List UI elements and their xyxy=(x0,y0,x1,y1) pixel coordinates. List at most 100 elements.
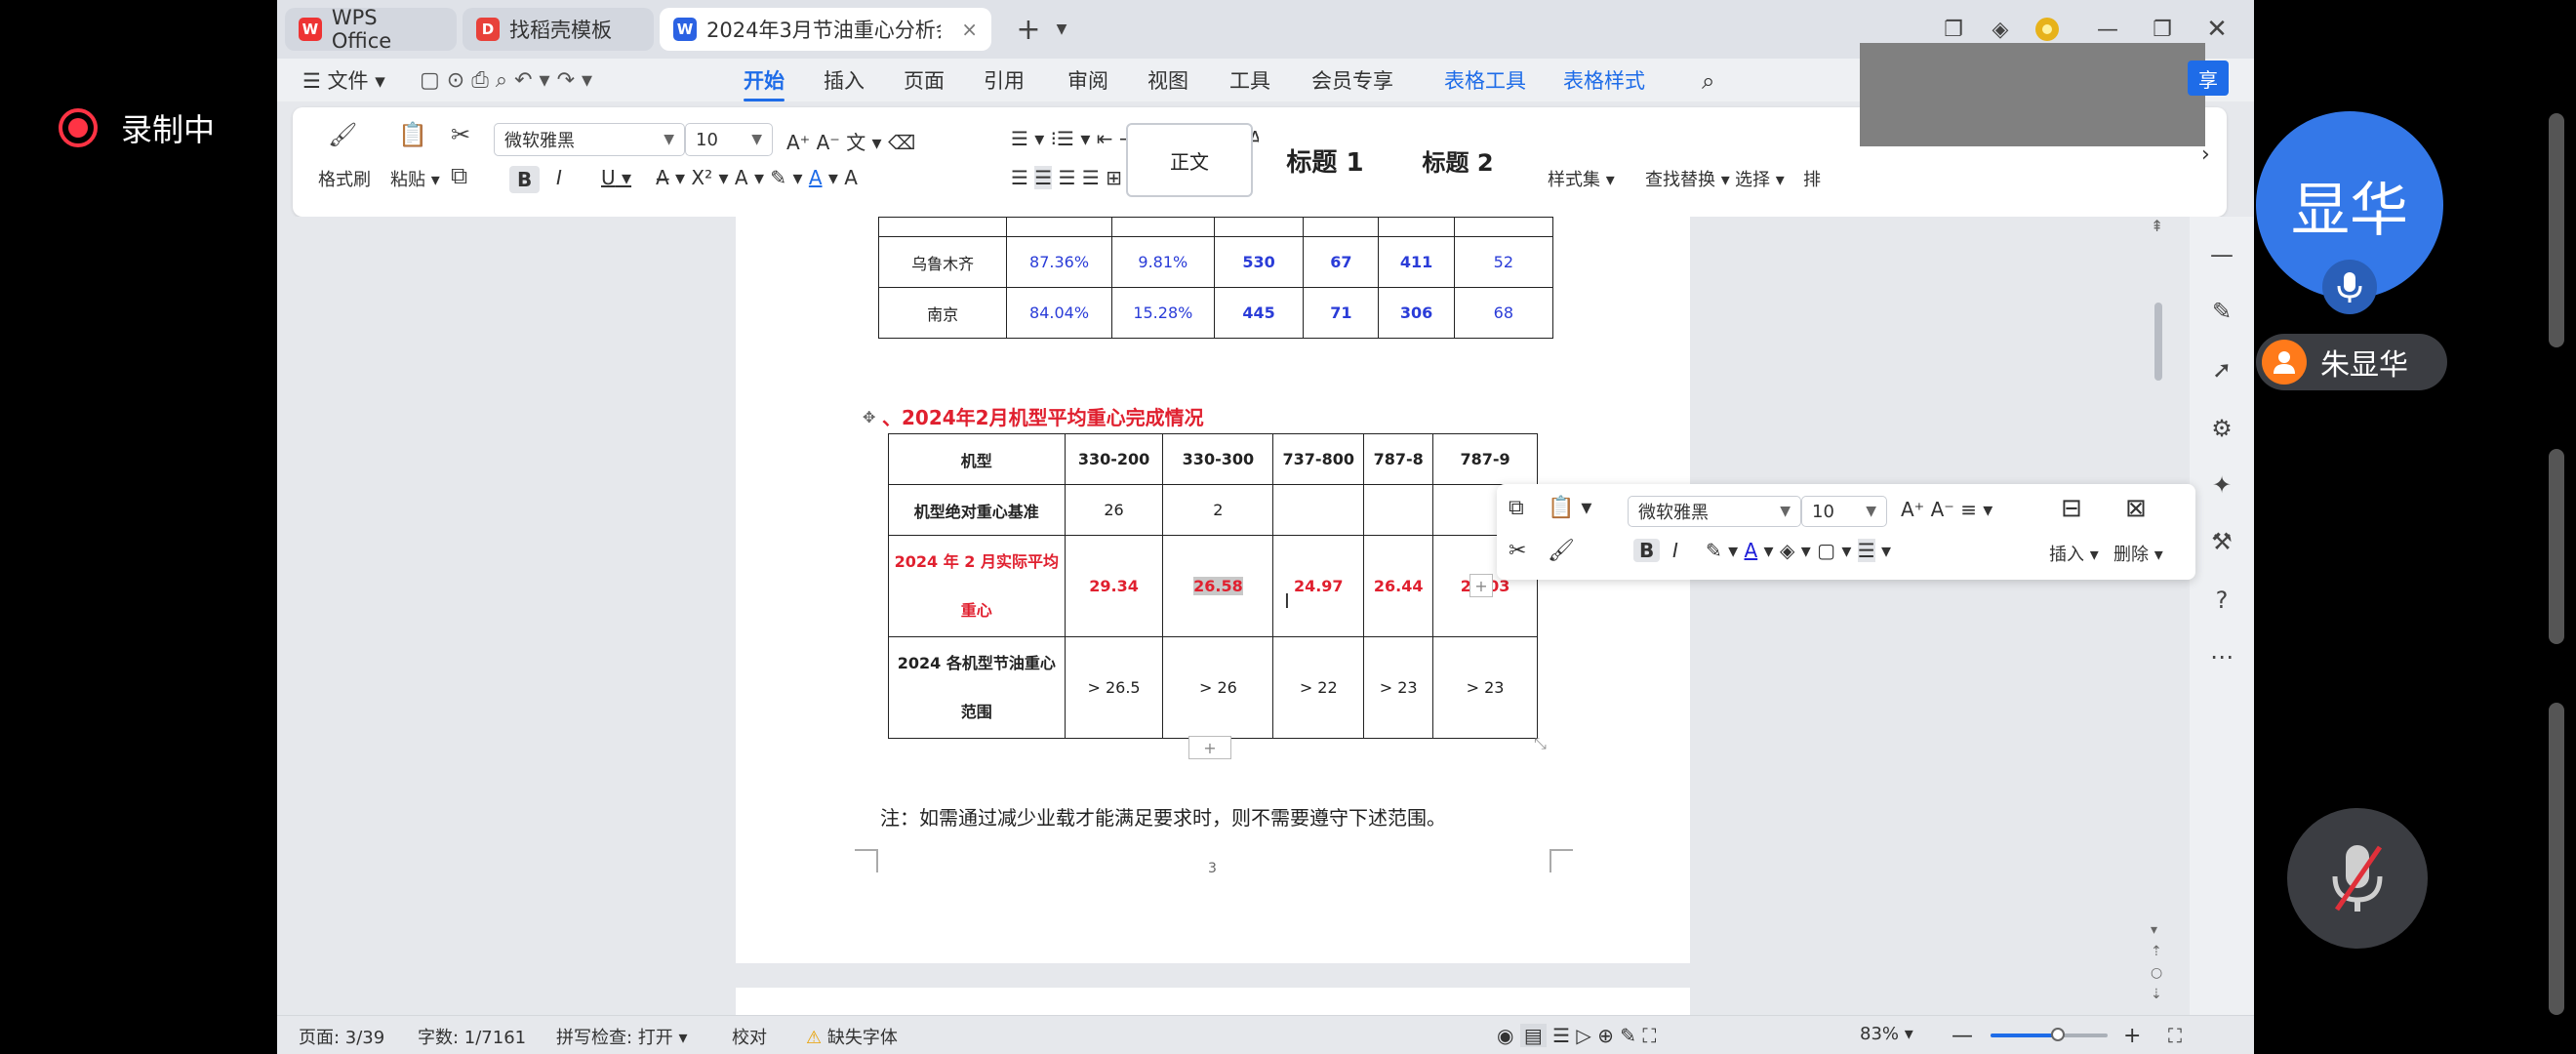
add-row-icon[interactable]: + xyxy=(1188,736,1231,759)
table-cell[interactable]: 2024 各机型节油重心 范围 xyxy=(888,636,1066,739)
table-header-cell[interactable]: 330-200 xyxy=(1064,433,1164,485)
table-header-cell[interactable]: 787-9 xyxy=(1432,433,1538,485)
proofread-button[interactable]: 校对 xyxy=(732,1024,767,1049)
tab-docer[interactable]: D 找稻壳模板 xyxy=(463,8,654,51)
format-text-icons[interactable]: A̶ ▾ X² ▾ A ▾ ✎ ▾ A ▾ A xyxy=(656,166,858,189)
table-cell[interactable]: 26.58 xyxy=(1162,535,1274,637)
table-cell[interactable]: 68 xyxy=(1453,287,1554,339)
table-header-cell[interactable]: 787-8 xyxy=(1363,433,1434,485)
collapse-icon[interactable]: — xyxy=(2207,240,2236,269)
font-size-select[interactable]: 10 ▼ xyxy=(685,123,773,156)
menu-table-style[interactable]: 表格样式 xyxy=(1563,66,1645,96)
adjust-sliders-icon[interactable]: ⚙ xyxy=(2207,414,2236,443)
table-cell[interactable]: > 26 xyxy=(1162,636,1274,739)
scroll-up-icon[interactable]: ⇞ xyxy=(2151,217,2163,235)
table-cell[interactable]: > 22 xyxy=(1272,636,1365,739)
paste-icon[interactable]: 📋 xyxy=(398,121,427,148)
table-cell[interactable]: 306 xyxy=(1378,287,1455,339)
mini-delete-icon[interactable]: ⊠ xyxy=(2125,494,2147,523)
style-normal[interactable]: 正文 xyxy=(1126,123,1253,197)
menu-review[interactable]: 审阅 xyxy=(1067,66,1108,96)
fullscreen-icon[interactable]: ⛶ xyxy=(2168,1024,2182,1047)
minimize-icon[interactable]: — xyxy=(2090,12,2125,47)
more-icon[interactable]: ⋯ xyxy=(2207,642,2236,671)
table-cell[interactable]: 71 xyxy=(1303,287,1380,339)
table-cell[interactable]: 乌鲁木齐 xyxy=(877,236,1008,288)
user-avatar-icon[interactable] xyxy=(2030,12,2065,47)
table-cell[interactable] xyxy=(1363,484,1434,536)
search-icon[interactable]: ⌕ xyxy=(1702,66,1714,96)
mini-cut-icon[interactable]: ✂ xyxy=(1509,539,1526,563)
find-replace-button[interactable]: 查找替换 ▾ xyxy=(1645,166,1730,191)
sort-button[interactable]: 排 xyxy=(1803,166,1821,191)
bold-button[interactable]: B xyxy=(509,166,541,193)
restore-icon[interactable]: ❐ xyxy=(2145,12,2180,47)
mini-italic-button[interactable]: I xyxy=(1672,539,1678,562)
menu-view[interactable]: 视图 xyxy=(1147,66,1188,96)
select-button[interactable]: 选择 ▾ xyxy=(1735,166,1785,191)
style-heading-1[interactable]: 标题 1 xyxy=(1259,123,1391,197)
mute-microphone-button[interactable] xyxy=(2287,808,2428,949)
cut-icon[interactable]: ✂ xyxy=(451,121,470,148)
close-window-icon[interactable]: ✕ xyxy=(2199,12,2234,47)
menu-member[interactable]: 会员专享 xyxy=(1311,66,1393,96)
participant-name-chip[interactable]: 朱显华 xyxy=(2256,334,2447,390)
view-mode-icons[interactable]: ◉ ▤ ☰ ▷ ⊕ ✎ ⛶ xyxy=(1497,1024,1656,1047)
cube-icon[interactable]: ◈ xyxy=(1983,12,2018,47)
mini-delete-button[interactable]: 删除 ▾ xyxy=(2113,541,2163,566)
table-header-cell[interactable]: 机型 xyxy=(888,433,1066,485)
table-header-cell[interactable]: 737-800 xyxy=(1272,433,1365,485)
share-button[interactable]: 享 xyxy=(2188,61,2229,96)
menu-page[interactable]: 页面 xyxy=(904,66,945,96)
table-cell[interactable]: 52 xyxy=(1453,236,1554,288)
window-layout-icon[interactable]: ❐ xyxy=(1936,12,1971,47)
cursor-select-icon[interactable]: ➚ xyxy=(2207,355,2236,385)
tab-wps-office[interactable]: W WPS Office xyxy=(285,6,457,53)
italic-button[interactable]: I xyxy=(556,166,562,189)
menu-tools[interactable]: 工具 xyxy=(1229,66,1270,96)
file-menu[interactable]: ☰ 文件 ▾ xyxy=(302,66,385,96)
table-cell[interactable]: > 23 xyxy=(1363,636,1434,739)
style-heading-2[interactable]: 标题 2 xyxy=(1391,123,1524,197)
mini-format-painter-icon[interactable]: 🖌 xyxy=(1548,539,1575,563)
font-grow-shrink-icons[interactable]: A⁺ A⁻ 文 ▾ ⌫ xyxy=(786,127,915,155)
overlay-scrollbar-bottom[interactable] xyxy=(2549,703,2564,1015)
format-painter-icon[interactable]: 🖌 xyxy=(328,121,357,148)
mini-font-size-select[interactable]: 10 ▼ xyxy=(1801,496,1887,527)
page-nav-icons[interactable]: ▾ ⇡ ○ ⇣ xyxy=(2151,919,2162,1005)
table-cell[interactable]: 机型绝对重心基准 xyxy=(888,484,1066,536)
table-cell[interactable]: 2 xyxy=(1162,484,1274,536)
table-cell[interactable]: > 26.5 xyxy=(1064,636,1164,739)
table-cell[interactable] xyxy=(1272,484,1365,536)
document-scrollbar[interactable] xyxy=(2154,303,2162,381)
zoom-in-icon[interactable]: + xyxy=(2123,1024,2141,1048)
paste-label[interactable]: 粘贴 ▾ xyxy=(390,166,440,191)
mini-bold-button[interactable]: B xyxy=(1633,539,1661,562)
missing-font-button[interactable]: ⚠ 缺失字体 xyxy=(806,1024,898,1049)
mini-insert-icon[interactable]: ⊟ xyxy=(2061,494,2082,523)
table-cell[interactable]: 445 xyxy=(1213,287,1305,339)
mini-font-size-icons[interactable]: A⁺ A⁻ ≡ ▾ xyxy=(1901,498,1992,521)
table-cell[interactable]: 84.04% xyxy=(1006,287,1112,339)
table-cell[interactable]: 87.36% xyxy=(1006,236,1112,288)
pen-icon[interactable]: ✎ xyxy=(2207,297,2236,326)
underline-button[interactable]: U ▾ xyxy=(601,166,631,189)
zoom-slider[interactable] xyxy=(1991,1028,2108,1041)
menu-table-tools[interactable]: 表格工具 xyxy=(1444,66,1526,96)
table-cell[interactable]: 67 xyxy=(1303,236,1380,288)
table-cell[interactable]: 2024 年 2 月实际平均 重心 xyxy=(888,535,1066,637)
table-cell[interactable]: 南京 xyxy=(877,287,1008,339)
tab-close-icon[interactable]: × xyxy=(961,18,978,41)
table-cell[interactable]: 26.44 xyxy=(1363,535,1434,637)
table-cell[interactable]: 530 xyxy=(1213,236,1305,288)
mini-paste-icon[interactable]: 📋 ▾ xyxy=(1548,496,1591,520)
quick-toolbar-icons[interactable]: ▢ ⊙ ⎙ ⌕ ↶ ▾ ↷ ▾ xyxy=(420,66,592,96)
menu-insert[interactable]: 插入 xyxy=(824,66,865,96)
format-painter-label[interactable]: 格式刷 xyxy=(318,166,371,191)
table-cell[interactable]: 29.34 xyxy=(1064,535,1164,637)
tools-icon[interactable]: ⚒ xyxy=(2207,527,2236,556)
zoom-out-icon[interactable]: — xyxy=(1952,1024,1973,1048)
spell-check-toggle[interactable]: 拼写检查: 打开 ▾ xyxy=(556,1024,688,1049)
menu-home[interactable]: 开始 xyxy=(744,66,785,101)
new-tab-button[interactable]: + xyxy=(1011,12,1046,47)
